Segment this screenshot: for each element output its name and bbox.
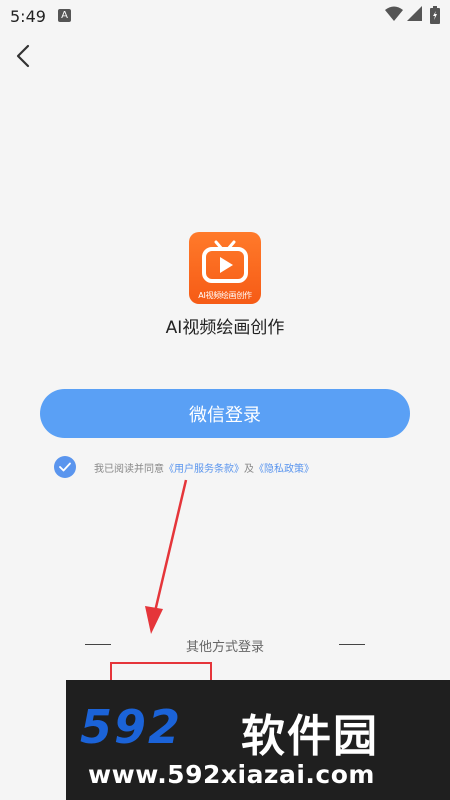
watermark-url: www.592xiazai.com — [88, 760, 375, 789]
watermark-brand-number: 592 — [80, 700, 183, 754]
watermark-brand-name: 软件园 — [241, 711, 379, 762]
watermark: 592 软件园 www.592xiazai.com — [66, 680, 450, 800]
